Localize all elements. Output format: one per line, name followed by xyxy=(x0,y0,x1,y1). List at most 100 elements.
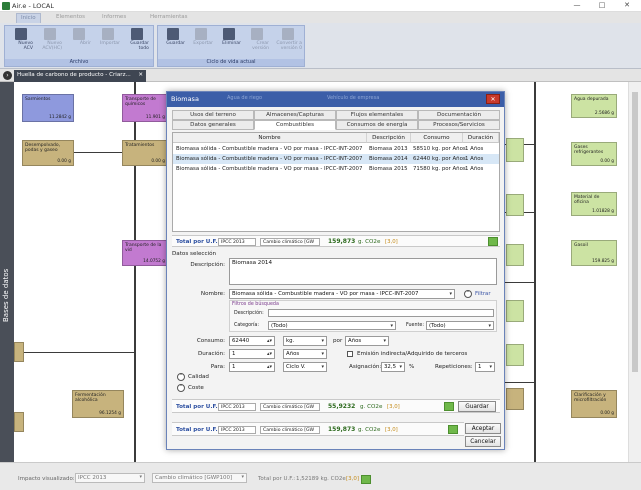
column-header-duracion[interactable]: Duración xyxy=(463,133,499,143)
expand-calidad-icon[interactable]: ˅ xyxy=(177,373,185,381)
import-button[interactable]: Importar xyxy=(96,28,120,58)
dialog-title-bar[interactable]: Biomasa Agua de riego Vehículo de empres… xyxy=(167,92,504,107)
column-header-descripcion[interactable]: Descripción xyxy=(367,133,411,143)
tab-almacenes[interactable]: Almacenes/Capturas xyxy=(254,110,336,120)
vertical-scrollbar[interactable] xyxy=(628,82,641,462)
export-button[interactable]: Exportar xyxy=(189,28,213,58)
total-method-select[interactable]: IPCC 2013 xyxy=(218,426,256,434)
new-lca-hc-button[interactable]: Nuevo ACV(HC) xyxy=(38,28,62,58)
impact-category-select[interactable]: Cambio climático [GWP100] ▾ xyxy=(152,473,247,483)
consumo-unit-select[interactable]: kg. ▾ xyxy=(283,336,327,346)
node-desempolvado[interactable]: Desempolvado, podas y gaseo 0.00 g xyxy=(22,140,74,166)
chart-icon[interactable] xyxy=(488,237,498,246)
por-unit-select[interactable]: Años ▾ xyxy=(345,336,389,346)
node-transporte-quimicos[interactable]: Transporte de químicos 11.901 g xyxy=(122,94,168,122)
new-lca-button[interactable]: Nuevo ACV xyxy=(9,28,33,58)
emision-checkbox[interactable] xyxy=(347,351,353,357)
duracion-input[interactable]: 1 ▴▾ xyxy=(229,349,275,359)
tab-herramientas[interactable]: Herramientas xyxy=(146,13,191,23)
export-label: Exportar xyxy=(193,41,213,46)
document-tab[interactable]: Huella de carbono de producto - Criarz..… xyxy=(14,70,146,82)
node-hidden[interactable] xyxy=(14,412,24,432)
tab-elementos[interactable]: Elementos xyxy=(52,13,89,23)
node-clarificacion[interactable]: Clarificación y microfiltración 0.00 g xyxy=(571,390,617,418)
create-version-button[interactable]: Crear versión xyxy=(245,28,269,58)
para-unit-select[interactable]: Ciclo V. ▾ xyxy=(283,362,327,372)
node-hidden[interactable] xyxy=(506,344,524,366)
calidad-label[interactable]: Calidad xyxy=(188,374,209,380)
cancelar-button[interactable]: Cancelar xyxy=(465,436,501,447)
para-input[interactable]: 1 ▴▾ xyxy=(229,362,275,372)
minimize-button[interactable]: — xyxy=(566,1,588,11)
node-transporte-vid[interactable]: Transporte de la vid 14.0752 g xyxy=(122,240,168,266)
table-row[interactable]: Biomasa sólida - Combustible madera - VO… xyxy=(173,144,499,154)
tab-combustibles[interactable]: Combustibles xyxy=(254,120,336,130)
total-method-select[interactable]: IPCC 2013 xyxy=(218,403,256,411)
dialog-close-button[interactable]: ✕ xyxy=(486,94,500,104)
tab-datos-generales[interactable]: Datos generales xyxy=(172,120,254,130)
close-window-button[interactable]: ✕ xyxy=(616,1,638,11)
aceptar-button[interactable]: Aceptar xyxy=(465,423,501,434)
descripcion-textarea[interactable]: Biomasa 2014 xyxy=(229,258,497,285)
save-button[interactable]: Guardar xyxy=(161,28,185,58)
duracion-unit-select[interactable]: Años ▾ xyxy=(283,349,327,359)
chart-icon[interactable] xyxy=(448,425,458,434)
table-row-selected[interactable]: Biomasa sólida - Combustible madera - VO… xyxy=(173,154,499,164)
coste-label[interactable]: Coste xyxy=(188,385,204,391)
column-header-nombre[interactable]: Nombre xyxy=(173,133,367,143)
expand-arrow-icon[interactable]: › xyxy=(3,71,12,80)
tab-usos-terreno[interactable]: Usos del terreno xyxy=(172,110,254,120)
total-category-select[interactable]: Cambio climático [GW xyxy=(260,426,320,434)
node-fermentacion[interactable]: Fermentación alcohólica 96.1254 g xyxy=(72,390,124,418)
tab-procesos-servicios[interactable]: Procesos/Servicios xyxy=(418,120,500,130)
column-header-consumo[interactable]: Consumo xyxy=(411,133,463,143)
filter-categoria-select[interactable]: (Todo) ▾ xyxy=(268,321,396,330)
fuels-table[interactable]: Nombre Descripción Consumo Duración Biom… xyxy=(172,132,500,232)
maximize-button[interactable]: □ xyxy=(591,1,613,11)
tab-documentacion[interactable]: Documentación xyxy=(418,110,500,120)
expand-coste-icon[interactable]: ˅ xyxy=(177,384,185,392)
open-button[interactable]: Abrir xyxy=(67,28,91,58)
filter-descripcion-input[interactable] xyxy=(268,309,494,317)
node-sarmientos[interactable]: Sarmientos 11.2842 g xyxy=(22,94,74,122)
tab-inicio[interactable]: Inicio xyxy=(16,13,41,23)
total-category-select[interactable]: Cambio climático [GW xyxy=(260,403,320,411)
chart-icon[interactable] xyxy=(444,402,454,411)
node-hidden[interactable] xyxy=(506,300,524,322)
node-hidden[interactable] xyxy=(506,388,524,410)
node-hidden[interactable] xyxy=(506,194,524,216)
node-material-oficina[interactable]: Material de oficina 1.01828 g xyxy=(571,192,617,216)
node-hidden[interactable] xyxy=(506,244,524,266)
node-agua-depurada[interactable]: Agua depurada 2.5686 g xyxy=(571,94,617,118)
total-category-select[interactable]: Cambio climático [GW xyxy=(260,238,320,246)
close-tab-icon[interactable]: ✕ xyxy=(138,72,143,78)
delete-button[interactable]: Eliminar xyxy=(217,28,241,58)
filter-fuente-select[interactable]: (Todo) ▾ xyxy=(426,321,494,330)
filter-descripcion-label: Descripción: xyxy=(234,311,264,316)
ribbon-tabs: Inicio Elementos Informes Herramientas xyxy=(0,12,641,23)
save-all-button[interactable]: Guardar todo xyxy=(125,28,149,58)
consumo-input[interactable]: 62440 ▴▾ xyxy=(229,336,275,346)
guardar-button[interactable]: Guardar xyxy=(458,401,496,412)
tab-flujos-elementales[interactable]: Flujos elementales xyxy=(336,110,418,120)
node-tratamientos[interactable]: Tratamientos 0.00 g xyxy=(122,140,168,166)
node-label: Tratamientos xyxy=(125,143,155,148)
nombre-select[interactable]: Biomasa sólida - Combustible madera - VO… xyxy=(229,289,455,299)
table-row[interactable]: Biomasa sólida - Combustible madera - VO… xyxy=(173,164,499,174)
convert-version-button[interactable]: Convertir a versión 0 xyxy=(274,28,302,58)
repeticiones-input[interactable]: 1 ▾ xyxy=(475,362,495,372)
total-method-select[interactable]: IPCC 2013 xyxy=(218,238,256,246)
chart-icon[interactable] xyxy=(361,475,371,484)
impact-method-select[interactable]: IPCC 2013 ▾ xyxy=(75,473,145,483)
node-hidden[interactable] xyxy=(506,138,524,162)
node-hidden[interactable] xyxy=(14,342,24,362)
node-gases-refrigerantes[interactable]: Gases refrigerantes 0.00 g xyxy=(571,142,617,166)
tab-consumos-energia[interactable]: Consumos de energía xyxy=(336,120,418,130)
collapse-filter-icon[interactable]: ˄ xyxy=(464,290,472,298)
databases-side-panel[interactable]: Bases de datos xyxy=(0,82,14,462)
scrollbar-thumb[interactable] xyxy=(632,92,638,372)
filtrar-link[interactable]: Filtrar xyxy=(475,291,491,297)
asignacion-input[interactable]: 32,5 ▾ xyxy=(381,362,405,372)
node-gasoil[interactable]: Gasoil 159.825 g xyxy=(571,240,617,266)
tab-informes[interactable]: Informes xyxy=(98,13,130,23)
